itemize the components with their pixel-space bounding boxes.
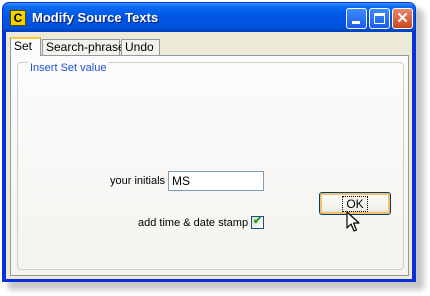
time-date-stamp-label: add time & date stamp (138, 217, 249, 229)
group-label: Insert Set value (28, 62, 109, 74)
tab-undo[interactable]: Undo (121, 39, 160, 55)
initials-input[interactable] (168, 171, 264, 191)
dialog-window: C Modify Source Texts ✕ Set Search-phras… (2, 2, 416, 282)
insert-set-value-group: Insert Set value your initials add time … (17, 62, 404, 270)
minimize-icon (352, 21, 360, 24)
maximize-button[interactable] (369, 8, 390, 29)
initials-label: your initials (110, 175, 166, 187)
close-button[interactable]: ✕ (392, 8, 413, 29)
app-icon: C (10, 10, 26, 26)
window-border-bottom[interactable] (3, 279, 415, 281)
tab-panel-set: Insert Set value your initials add time … (10, 55, 409, 276)
window-border-left[interactable] (3, 32, 6, 282)
tab-set[interactable]: Set (10, 37, 41, 56)
title-bar[interactable]: C Modify Source Texts ✕ (3, 3, 415, 32)
window-title: Modify Source Texts (32, 10, 159, 25)
dialog-client-area: Set Search-phrase Undo Insert Set value … (6, 32, 412, 279)
window-border-right[interactable] (412, 32, 415, 282)
minimize-button[interactable] (346, 8, 367, 29)
time-date-stamp-checkbox[interactable]: ✔ (251, 215, 264, 229)
tab-search-phrase[interactable]: Search-phrase (42, 39, 125, 55)
ok-button-label: OK (342, 195, 368, 212)
maximize-icon (374, 13, 385, 24)
checkmark-icon: ✔ (252, 215, 263, 227)
close-icon: ✕ (396, 10, 409, 27)
mouse-pointer-icon (346, 211, 360, 232)
